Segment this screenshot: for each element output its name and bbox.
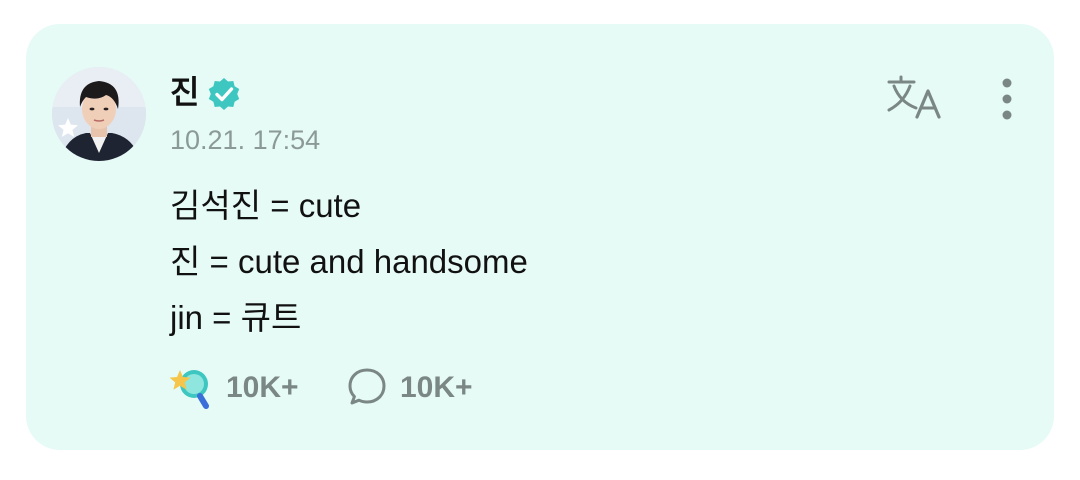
like-count: 10K+ [226, 371, 299, 404]
comment-bubble-icon [348, 368, 386, 405]
post-line: 김석진 = cute [170, 187, 362, 224]
post-line: 진 = cute and handsome [170, 243, 528, 280]
verified-check-icon [208, 78, 240, 110]
post-body: 김석진 = cute 진 = cute and handsome jin = 큐… [170, 178, 930, 346]
star-lightstick-icon [169, 370, 209, 409]
author-name[interactable]: 진 [170, 72, 199, 112]
post-timestamp: 10.21. 17:54 [170, 125, 321, 155]
more-vertical-icon[interactable] [990, 74, 1024, 124]
comment-button[interactable]: 10K+ [346, 364, 486, 410]
avatar-image [52, 67, 146, 161]
star-badge-icon [58, 118, 78, 137]
like-button[interactable]: 10K+ [168, 364, 308, 410]
post-line: jin = 큐트 [170, 299, 302, 336]
comment-count: 10K+ [400, 371, 473, 404]
avatar[interactable] [52, 67, 146, 161]
translate-icon[interactable] [886, 74, 944, 120]
